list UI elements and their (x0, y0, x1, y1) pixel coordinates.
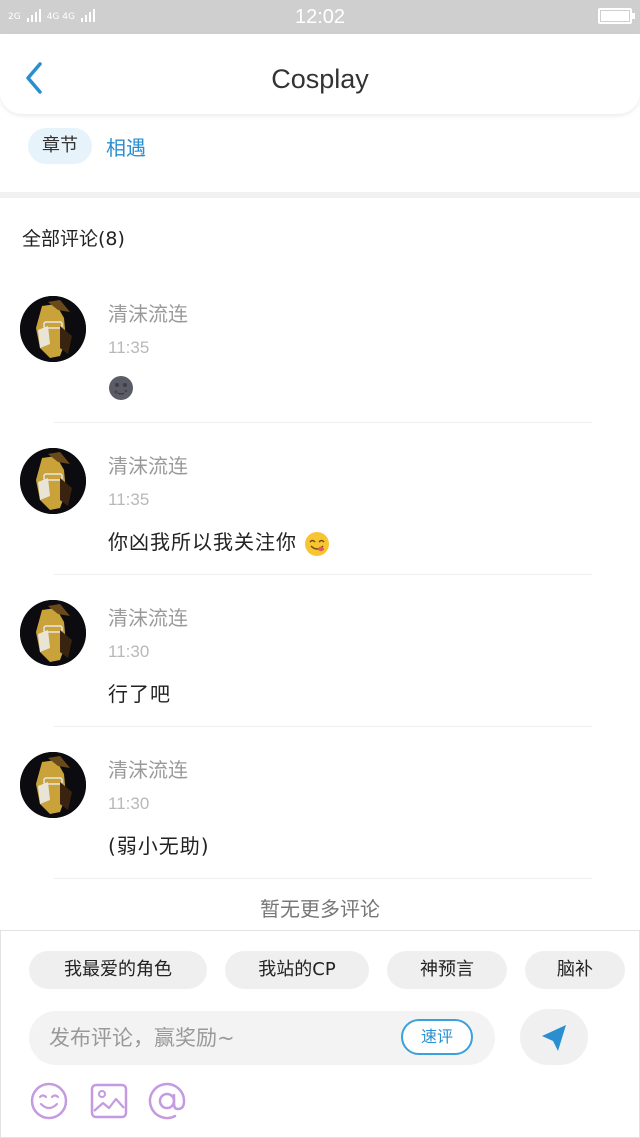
comment-author[interactable]: 清沫流连 (108, 298, 188, 327)
avatar-image (20, 296, 86, 362)
avatar-image (20, 448, 86, 514)
status-bar: 2G 4G 4G 12:02 (0, 0, 640, 34)
comments-heading: 全部评论(8) (22, 228, 125, 250)
comment-text: 你凶我所以我关注你 (108, 526, 330, 557)
section-divider (0, 192, 640, 198)
quick-tags: 我最爱的角色 我站的CP 神预言 脑补 (29, 951, 629, 989)
battery-icon (598, 8, 635, 24)
comment-text (108, 374, 134, 401)
comment-divider (54, 422, 592, 423)
comment-author[interactable]: 清沫流连 (108, 602, 188, 631)
comment-divider (54, 726, 592, 727)
mention-icon (148, 1082, 186, 1120)
avatar[interactable] (20, 296, 86, 362)
comment-item: 清沫流连 11:35 你凶我所以我关注你 (0, 448, 640, 600)
comment-composer: 我最爱的角色 我站的CP 神预言 脑补 速评 (0, 930, 640, 1138)
comment-item: 清沫流连 11:30 (弱小无助) (0, 752, 640, 904)
comment-item: 清沫流连 11:30 行了吧 (0, 600, 640, 752)
chapter-link[interactable]: 相遇 (106, 132, 146, 161)
yum-face-emoji-icon (305, 531, 330, 556)
emoji-icon (30, 1082, 68, 1120)
avatar[interactable] (20, 448, 86, 514)
send-button[interactable] (520, 1009, 588, 1065)
quick-tag-prophecy[interactable]: 神预言 (387, 951, 507, 989)
status-time: 12:02 (294, 6, 346, 28)
comment-text: 行了吧 (108, 682, 171, 706)
comment-author[interactable]: 清沫流连 (108, 754, 188, 783)
mention-button[interactable] (147, 1081, 187, 1121)
page-title: Cosplay (271, 64, 369, 94)
comment-text: (弱小无助) (108, 834, 210, 858)
avatar[interactable] (20, 752, 86, 818)
quick-rate-button[interactable]: 速评 (401, 1019, 473, 1055)
header-bar: Cosplay (0, 34, 640, 114)
comment-divider (54, 878, 592, 879)
no-more-comments: 暂无更多评论 (260, 897, 380, 921)
image-icon (90, 1083, 128, 1119)
quick-tag-cp[interactable]: 我站的CP (225, 951, 369, 989)
avatar-image (20, 600, 86, 666)
comment-input[interactable] (49, 1021, 389, 1055)
comment-time: 11:35 (108, 338, 150, 357)
emoji-button[interactable] (29, 1081, 69, 1121)
chapter-tags: 章节 相遇 (28, 128, 146, 164)
comment-divider (54, 574, 592, 575)
new-moon-face-emoji-icon (109, 375, 133, 400)
image-button[interactable] (89, 1081, 129, 1121)
avatar-image (20, 752, 86, 818)
comment-time: 11:30 (108, 642, 150, 661)
comment-time: 11:35 (108, 490, 150, 509)
chapter-chip: 章节 (28, 128, 92, 164)
quick-tag-imagination[interactable]: 脑补 (525, 951, 625, 989)
comment-text-content: 你凶我所以我关注你 (108, 530, 297, 554)
comment-author[interactable]: 清沫流连 (108, 450, 188, 479)
comment-item: 清沫流连 11:35 (0, 296, 640, 448)
quick-tag-favorite-character[interactable]: 我最爱的角色 (29, 951, 207, 989)
send-icon (542, 1025, 566, 1051)
comment-time: 11:30 (108, 794, 150, 813)
comment-input-box: 速评 (29, 1011, 495, 1065)
avatar[interactable] (20, 600, 86, 666)
